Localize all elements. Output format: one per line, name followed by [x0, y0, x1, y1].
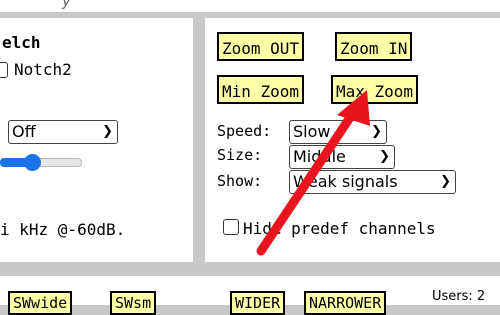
notch2-label: Notch2 — [14, 60, 72, 79]
slider-thumb[interactable] — [24, 154, 41, 171]
red-arrow-annotation — [256, 90, 370, 256]
mode-select-value: Off — [12, 122, 36, 141]
narrower-button[interactable]: NARROWER — [304, 291, 387, 315]
sw-wide-button[interactable]: SWwide — [8, 291, 73, 315]
top-fragment-text: y — [62, 0, 71, 10]
squelch-label: elch — [2, 33, 41, 52]
users-count-text: Users: 2 — [432, 289, 486, 304]
right-panel: Zoom OUT Zoom IN Min Zoom Max Zoom Speed… — [205, 18, 500, 262]
status-text: i kHz @-60dB. — [0, 220, 126, 239]
mode-select[interactable]: Off ❯ — [8, 120, 118, 144]
left-panel: elch Notch2 Off ❯ i kHz @-60dB. — [0, 18, 193, 262]
sw-small-button[interactable]: SWsm — [110, 291, 157, 315]
chevron-down-icon: ❯ — [102, 124, 113, 139]
wider-button[interactable]: WIDER — [230, 291, 286, 315]
bottom-panel: SWwide SWsm WIDER NARROWER Users: 2 — [0, 276, 500, 315]
top-strip: y — [0, 0, 500, 12]
notch2-checkbox[interactable] — [0, 62, 8, 78]
